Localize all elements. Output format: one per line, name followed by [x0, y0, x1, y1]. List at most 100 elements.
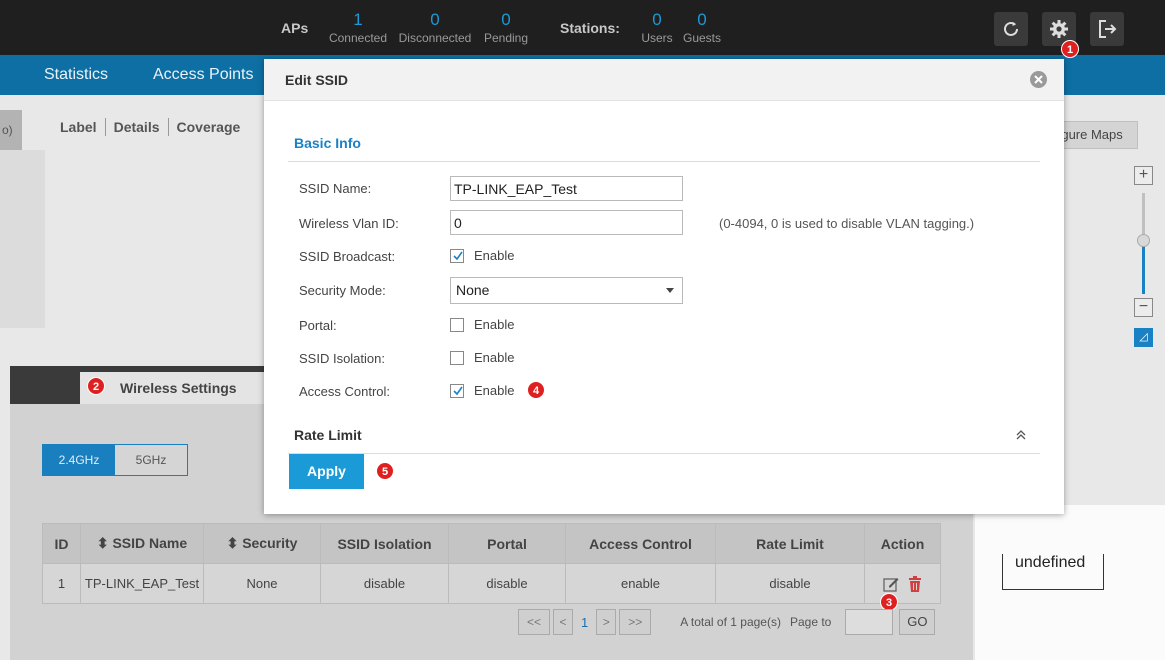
- cell-security: None: [203, 563, 321, 604]
- tab-details[interactable]: Details: [104, 118, 168, 136]
- band-5ghz[interactable]: 5GHz: [115, 445, 187, 475]
- nav-statistics[interactable]: Statistics: [28, 55, 124, 95]
- page-last-button[interactable]: >>: [619, 609, 652, 635]
- stat-disconnected-label: Disconnected: [398, 31, 472, 45]
- ssid-broadcast-checkbox[interactable]: Enable: [450, 248, 514, 263]
- stat-users-label: Users: [641, 31, 673, 45]
- checkbox-checked[interactable]: [450, 248, 464, 263]
- step-badge-4: 4: [527, 381, 545, 399]
- page-first-button[interactable]: <<: [518, 609, 550, 635]
- stat-users[interactable]: 0 Users: [640, 10, 674, 46]
- step-badge-5: 5: [376, 462, 394, 480]
- edit-icon[interactable]: [883, 576, 899, 592]
- logout-icon: [1099, 20, 1117, 38]
- refresh-icon: [1004, 21, 1018, 36]
- checkbox-unchecked[interactable]: [450, 350, 464, 365]
- stat-connected-label: Connected: [328, 31, 388, 45]
- col-portal: Portal: [448, 523, 566, 564]
- col-ssid-name-label: SSID Name: [112, 535, 188, 551]
- page-to-input[interactable]: [845, 609, 894, 635]
- chevron-up-icon[interactable]: [1016, 429, 1026, 441]
- divider: [288, 161, 1040, 162]
- tab-coverage[interactable]: Coverage: [167, 118, 249, 136]
- ssid-isolation-checkbox[interactable]: Enable: [450, 350, 514, 365]
- refresh-button[interactable]: [994, 12, 1028, 46]
- zoom-out-button[interactable]: −: [1134, 298, 1153, 317]
- trash-icon[interactable]: [908, 575, 922, 592]
- stat-users-value: 0: [652, 10, 662, 29]
- page-prev-button[interactable]: <: [553, 609, 573, 635]
- ssid-name-label: SSID Name:: [299, 181, 372, 196]
- access-control-label: Access Control:: [299, 384, 391, 399]
- stat-pending-label: Pending: [483, 31, 529, 45]
- top-bar: APs 1 Connected 0 Disconnected 0 Pending…: [0, 0, 1165, 55]
- security-mode-select[interactable]: None: [450, 277, 683, 304]
- page-total-text: A total of 1 page(s): [680, 615, 781, 629]
- portal-label: Portal:: [299, 318, 337, 333]
- col-security-label: Security: [242, 535, 298, 551]
- access-control-checkbox[interactable]: Enable: [450, 383, 514, 398]
- vlan-id-input[interactable]: [450, 210, 683, 235]
- sort-icon: ⬍: [226, 535, 243, 551]
- checkbox-unchecked[interactable]: [450, 317, 464, 332]
- basic-info-title: Basic Info: [294, 135, 361, 151]
- zoom-track-fill: [1142, 244, 1145, 294]
- ssid-name-input[interactable]: [450, 176, 683, 201]
- rate-limit-title[interactable]: Rate Limit: [294, 427, 362, 443]
- band-2-4ghz[interactable]: 2.4GHz: [43, 445, 115, 475]
- close-button[interactable]: [1030, 71, 1047, 88]
- col-security[interactable]: ⬍ Security: [203, 523, 321, 564]
- page-go-button[interactable]: GO: [899, 609, 936, 635]
- resize-corner-icon[interactable]: ◿: [1134, 328, 1153, 347]
- ssid-broadcast-label: SSID Broadcast:: [299, 249, 396, 264]
- stations-label: Stations:: [560, 20, 620, 36]
- enable-label: Enable: [474, 350, 515, 365]
- step-badge-1: 1: [1061, 40, 1079, 58]
- close-icon: [1034, 75, 1043, 84]
- dialog-header: Edit SSID: [264, 59, 1064, 101]
- cell-action: [864, 563, 941, 604]
- tab-label[interactable]: Label: [60, 118, 105, 136]
- check-icon: [453, 251, 463, 260]
- enable-label: Enable: [474, 248, 515, 263]
- enable-label: Enable: [474, 383, 515, 398]
- left-collapse-tab[interactable]: o): [0, 110, 22, 150]
- stat-connected-value: 1: [353, 10, 363, 29]
- gear-icon: [1050, 20, 1068, 38]
- pagination: << < 1 > >> A total of 1 page(s) Page to…: [518, 609, 936, 635]
- stat-connected[interactable]: 1 Connected: [328, 10, 388, 46]
- logout-button[interactable]: [1090, 12, 1124, 46]
- col-ssid-isolation: SSID Isolation: [320, 523, 449, 564]
- security-mode-label: Security Mode:: [299, 283, 386, 298]
- left-column: [0, 150, 45, 328]
- edit-ssid-dialog: Edit SSID Basic Info SSID Name: Wireless…: [264, 59, 1064, 514]
- table-header-row: ID ⬍ SSID Name ⬍ Security SSID Isolation…: [42, 523, 941, 564]
- zoom-slider-handle[interactable]: [1137, 234, 1150, 247]
- cell-ssid: TP-LINK_EAP_Test: [80, 563, 204, 604]
- col-rate-limit: Rate Limit: [715, 523, 865, 564]
- vlan-id-label: Wireless Vlan ID:: [299, 216, 399, 231]
- tab-wireless-settings[interactable]: Wireless Settings: [80, 372, 265, 404]
- col-ssid-name[interactable]: ⬍ SSID Name: [80, 523, 204, 564]
- map-view-tabs: Label Details Coverage: [60, 118, 248, 136]
- band-selector: 2.4GHz 5GHz: [42, 444, 188, 476]
- cell-id: 1: [42, 563, 81, 604]
- portal-checkbox[interactable]: Enable: [450, 317, 514, 332]
- scale-indicator: undefined: [1002, 554, 1104, 590]
- stat-guests[interactable]: 0 Guests: [682, 10, 722, 46]
- zoom-in-button[interactable]: +: [1134, 166, 1153, 185]
- checkbox-checked[interactable]: [450, 383, 464, 398]
- check-icon: [453, 386, 463, 395]
- apply-button[interactable]: Apply: [289, 454, 364, 489]
- step-badge-2: 2: [87, 377, 105, 395]
- ssid-isolation-label: SSID Isolation:: [299, 351, 385, 366]
- zoom-track: [1142, 193, 1145, 238]
- table-row: 1 TP-LINK_EAP_Test None disable disable …: [42, 563, 941, 604]
- nav-access-points[interactable]: Access Points: [137, 55, 269, 95]
- page-next-button[interactable]: >: [596, 609, 617, 635]
- scale-label: undefined: [1015, 554, 1086, 571]
- page-current[interactable]: 1: [581, 615, 588, 630]
- stat-pending[interactable]: 0 Pending: [482, 10, 530, 46]
- sort-icon: ⬍: [96, 535, 113, 551]
- stat-disconnected[interactable]: 0 Disconnected: [396, 10, 474, 46]
